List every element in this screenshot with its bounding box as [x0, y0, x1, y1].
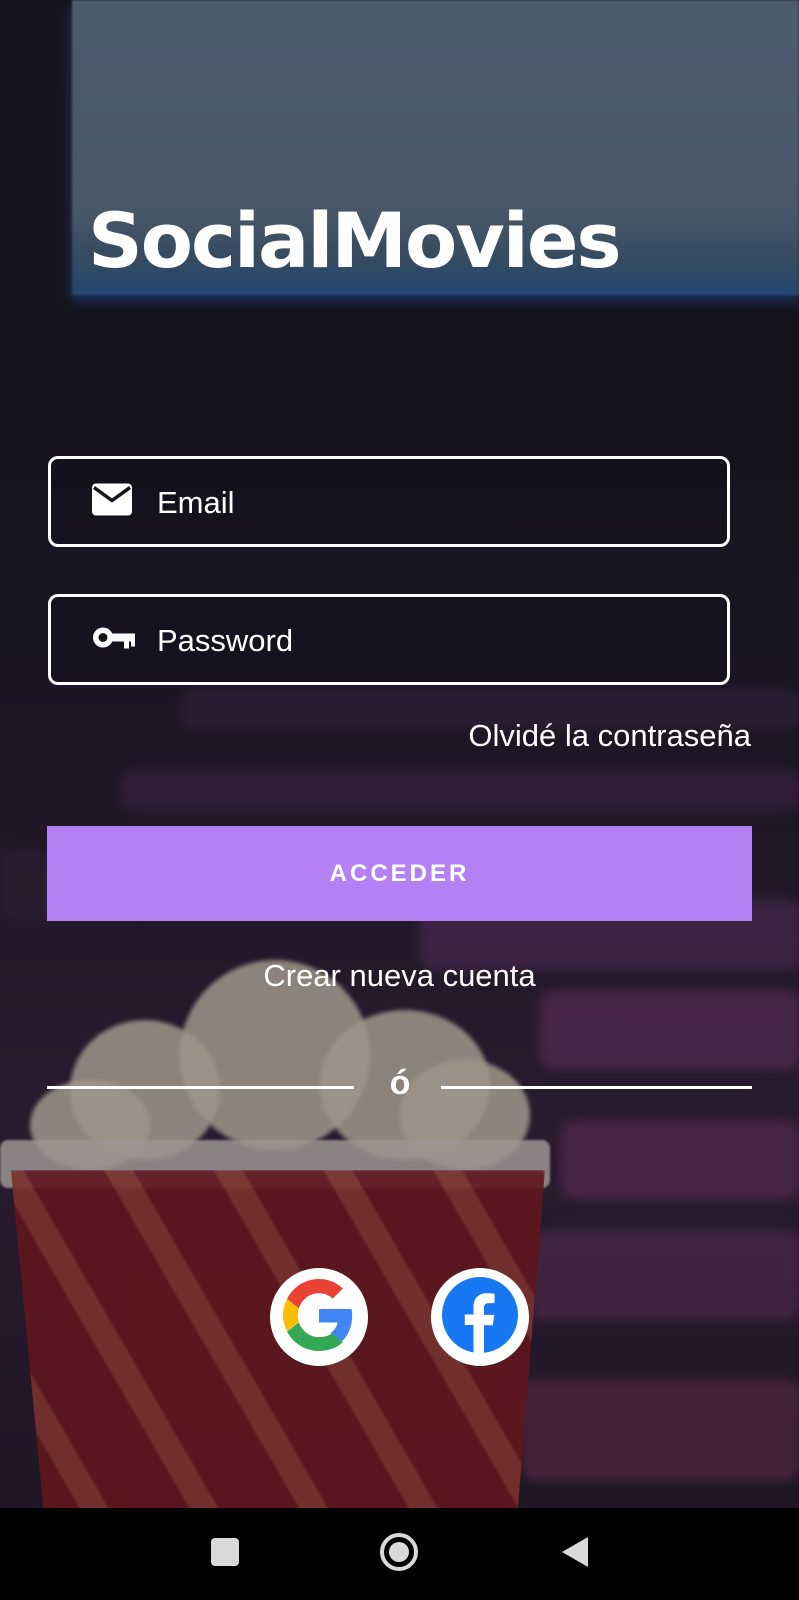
- divider-right: [441, 1086, 752, 1089]
- email-input[interactable]: [155, 459, 719, 546]
- divider-left: [47, 1086, 354, 1089]
- recent-apps-button[interactable]: [185, 1508, 265, 1600]
- key-icon: [91, 624, 135, 655]
- back-icon: [560, 1535, 590, 1574]
- recent-apps-icon: [210, 1537, 240, 1572]
- mail-icon: [91, 482, 133, 521]
- login-button[interactable]: ACCEDER: [47, 826, 752, 921]
- system-navigation-bar: [0, 1508, 799, 1600]
- forgot-password-link[interactable]: Olvidé la contraseña: [468, 718, 751, 754]
- create-account-link[interactable]: Crear nueva cuenta: [0, 958, 799, 994]
- password-input[interactable]: [155, 597, 719, 684]
- email-field[interactable]: [48, 456, 730, 547]
- home-icon: [379, 1532, 419, 1577]
- home-button[interactable]: [359, 1508, 439, 1600]
- facebook-login-button[interactable]: [431, 1268, 529, 1366]
- facebook-icon: [442, 1276, 518, 1358]
- app-title: SocialMovies: [88, 196, 622, 285]
- google-login-button[interactable]: [270, 1268, 368, 1366]
- password-field[interactable]: [48, 594, 730, 685]
- back-button[interactable]: [535, 1508, 615, 1600]
- google-icon: [283, 1278, 355, 1356]
- or-label: ó: [389, 1064, 411, 1102]
